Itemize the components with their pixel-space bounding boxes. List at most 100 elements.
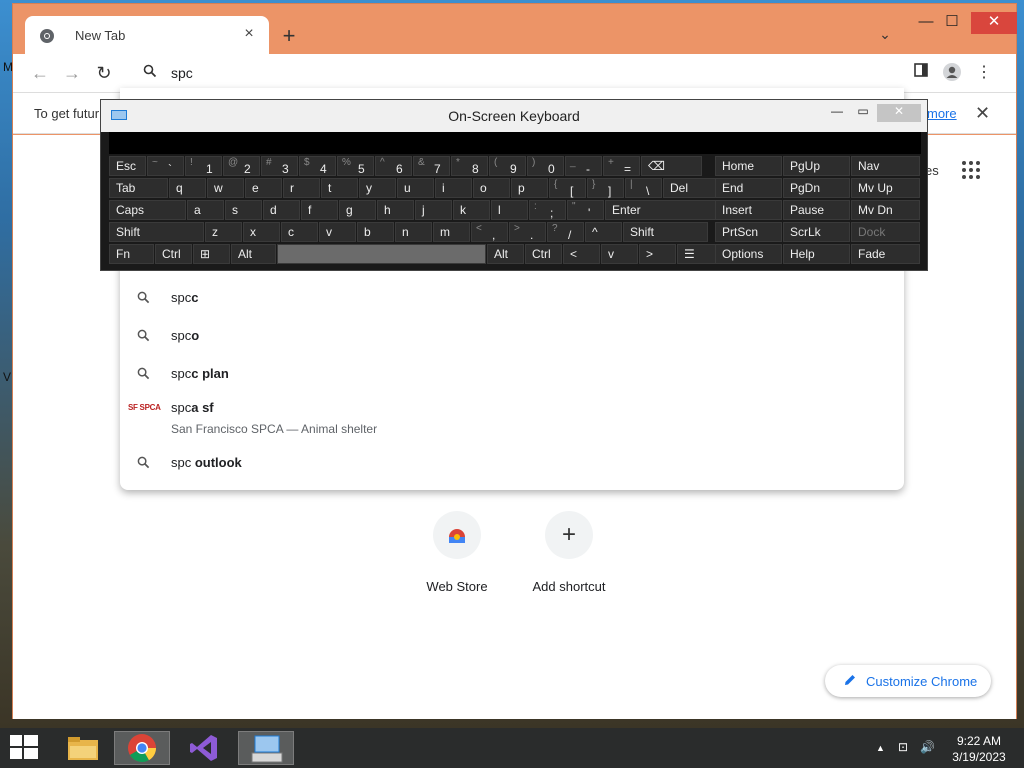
osk-key-7[interactable]: & 7 xyxy=(413,156,450,176)
forward-button[interactable]: → xyxy=(59,60,85,86)
osk-key-symbol[interactable]: >. xyxy=(509,222,546,242)
osk-key-f[interactable]: f xyxy=(301,200,338,220)
tab-search-icon[interactable]: ⌄ xyxy=(875,26,895,46)
osk-key-e[interactable]: e xyxy=(245,178,282,198)
osk-key-space[interactable] xyxy=(277,244,486,264)
osk-key-n[interactable]: n xyxy=(395,222,432,242)
osk-key-mv-up[interactable]: Mv Up xyxy=(851,178,920,198)
suggestion-item[interactable]: spcc xyxy=(120,281,904,315)
osk-key-z[interactable]: z xyxy=(205,222,242,242)
osk-key-j[interactable]: j xyxy=(415,200,452,220)
chrome-icon[interactable] xyxy=(114,731,170,765)
osk-key-ctrl[interactable]: Ctrl xyxy=(525,244,562,264)
omnibox-input[interactable] xyxy=(171,60,771,86)
customize-chrome-button[interactable]: Customize Chrome xyxy=(825,665,991,697)
osk-key-insert[interactable]: Insert xyxy=(715,200,782,220)
file-explorer-icon[interactable] xyxy=(56,731,112,765)
osk-key-mv-dn[interactable]: Mv Dn xyxy=(851,200,920,220)
osk-key-l[interactable]: l xyxy=(491,200,528,220)
tab-new-tab[interactable]: New Tab × xyxy=(25,16,269,54)
suggestion-item[interactable]: spco xyxy=(120,319,904,353)
osk-key-prtscn[interactable]: PrtScn xyxy=(715,222,782,242)
osk-key-options[interactable]: Options xyxy=(715,244,782,264)
osk-key-caps[interactable]: Caps xyxy=(109,200,186,220)
osk-key-symbol[interactable]: <, xyxy=(471,222,508,242)
osk-key-u[interactable]: u xyxy=(397,178,434,198)
suggestion-item[interactable]: spcc plan xyxy=(120,357,904,391)
osk-key-shift[interactable]: Shift xyxy=(109,222,204,242)
maximize-button[interactable]: ☐ xyxy=(937,12,967,36)
profile-avatar-icon[interactable] xyxy=(941,62,963,84)
osk-key-9[interactable]: (9 xyxy=(489,156,526,176)
start-button[interactable] xyxy=(0,731,48,765)
osk-key-3[interactable]: #3 xyxy=(261,156,298,176)
volume-icon[interactable]: 🔊 xyxy=(920,740,935,754)
osk-key-w[interactable]: w xyxy=(207,178,244,198)
reading-list-icon[interactable] xyxy=(910,62,932,84)
osk-key-p[interactable]: p xyxy=(511,178,548,198)
osk-key-q[interactable]: q xyxy=(169,178,206,198)
osk-key-r[interactable]: r xyxy=(283,178,320,198)
clock-date[interactable]: 3/19/2023 xyxy=(940,750,1018,764)
osk-icon[interactable] xyxy=(238,731,294,765)
add-shortcut-button[interactable]: + Add shortcut xyxy=(514,511,624,594)
osk-key-symbol[interactable]: _ - xyxy=(565,156,602,176)
osk-key-alt[interactable]: Alt xyxy=(487,244,524,264)
osk-key-symbol[interactable]: :; xyxy=(529,200,566,220)
osk-key-i[interactable]: i xyxy=(435,178,472,198)
osk-key-2[interactable]: @2 xyxy=(223,156,260,176)
osk-key-v[interactable]: v xyxy=(601,244,638,264)
osk-key-esc[interactable]: Esc xyxy=(109,156,146,176)
osk-key-symbol[interactable]: ~ ` xyxy=(147,156,184,176)
network-icon[interactable]: ⊡ xyxy=(898,740,908,754)
osk-key-x[interactable]: x xyxy=(243,222,280,242)
osk-key-pause[interactable]: Pause xyxy=(783,200,850,220)
osk-key-g[interactable]: g xyxy=(339,200,376,220)
osk-title-bar[interactable]: On-Screen Keyboard — ▭ ✕ xyxy=(101,100,927,132)
osk-key-symbol[interactable]: > xyxy=(639,244,676,264)
osk-key-1[interactable]: ! 1 xyxy=(185,156,222,176)
info-bar-close-icon[interactable]: ✕ xyxy=(975,103,990,124)
osk-key-shift[interactable]: Shift xyxy=(623,222,708,242)
osk-key-tab[interactable]: Tab xyxy=(109,178,168,198)
osk-key-symbol[interactable]: | \ xyxy=(625,178,662,198)
back-button[interactable]: ← xyxy=(27,60,53,86)
osk-key-m[interactable]: m xyxy=(433,222,470,242)
osk-key-b[interactable]: b xyxy=(357,222,394,242)
osk-key-symbol[interactable]: ? / xyxy=(547,222,584,242)
new-tab-button[interactable]: + xyxy=(277,24,301,48)
osk-key-fn[interactable]: Fn xyxy=(109,244,154,264)
osk-key-symbol[interactable]: }] xyxy=(587,178,624,198)
osk-key-scrlk[interactable]: ScrLk xyxy=(783,222,850,242)
osk-minimize-button[interactable]: — xyxy=(827,104,847,122)
visual-studio-icon[interactable] xyxy=(176,731,232,765)
osk-key-c[interactable]: c xyxy=(281,222,318,242)
osk-key-symbol[interactable]: " ' xyxy=(567,200,604,220)
suggestion-item[interactable]: spc outlook xyxy=(120,446,904,480)
osk-key-6[interactable]: ^ 6 xyxy=(375,156,412,176)
menu-button[interactable]: ⋮ xyxy=(973,62,995,84)
osk-key-ctrl[interactable]: Ctrl xyxy=(155,244,192,264)
suggestion-item-entity[interactable]: SF SPCA spca sf San Francisco SPCA — Ani… xyxy=(120,391,904,441)
osk-key-symbol[interactable]: ^ xyxy=(585,222,622,242)
osk-key-a[interactable]: a xyxy=(187,200,224,220)
close-window-button[interactable]: ✕ xyxy=(971,12,1017,34)
osk-key-h[interactable]: h xyxy=(377,200,414,220)
shortcut-web-store[interactable]: Web Store xyxy=(402,511,512,594)
osk-key-4[interactable]: $4 xyxy=(299,156,336,176)
osk-key-symbol[interactable]: < xyxy=(563,244,600,264)
osk-key-fade[interactable]: Fade xyxy=(851,244,920,264)
osk-key-end[interactable]: End xyxy=(715,178,782,198)
osk-restore-button[interactable]: ▭ xyxy=(853,104,873,122)
osk-key-8[interactable]: * 8 xyxy=(451,156,488,176)
osk-key-d[interactable]: d xyxy=(263,200,300,220)
osk-key-k[interactable]: k xyxy=(453,200,490,220)
osk-key-symbol[interactable]: + = xyxy=(603,156,640,176)
osk-key-home[interactable]: Home xyxy=(715,156,782,176)
osk-key-y[interactable]: y xyxy=(359,178,396,198)
osk-key-dock[interactable]: Dock xyxy=(851,222,920,242)
osk-close-button[interactable]: ✕ xyxy=(877,104,921,122)
reload-button[interactable]: ↻ xyxy=(91,60,117,86)
osk-key-o[interactable]: o xyxy=(473,178,510,198)
osk-key-nav[interactable]: Nav xyxy=(851,156,920,176)
